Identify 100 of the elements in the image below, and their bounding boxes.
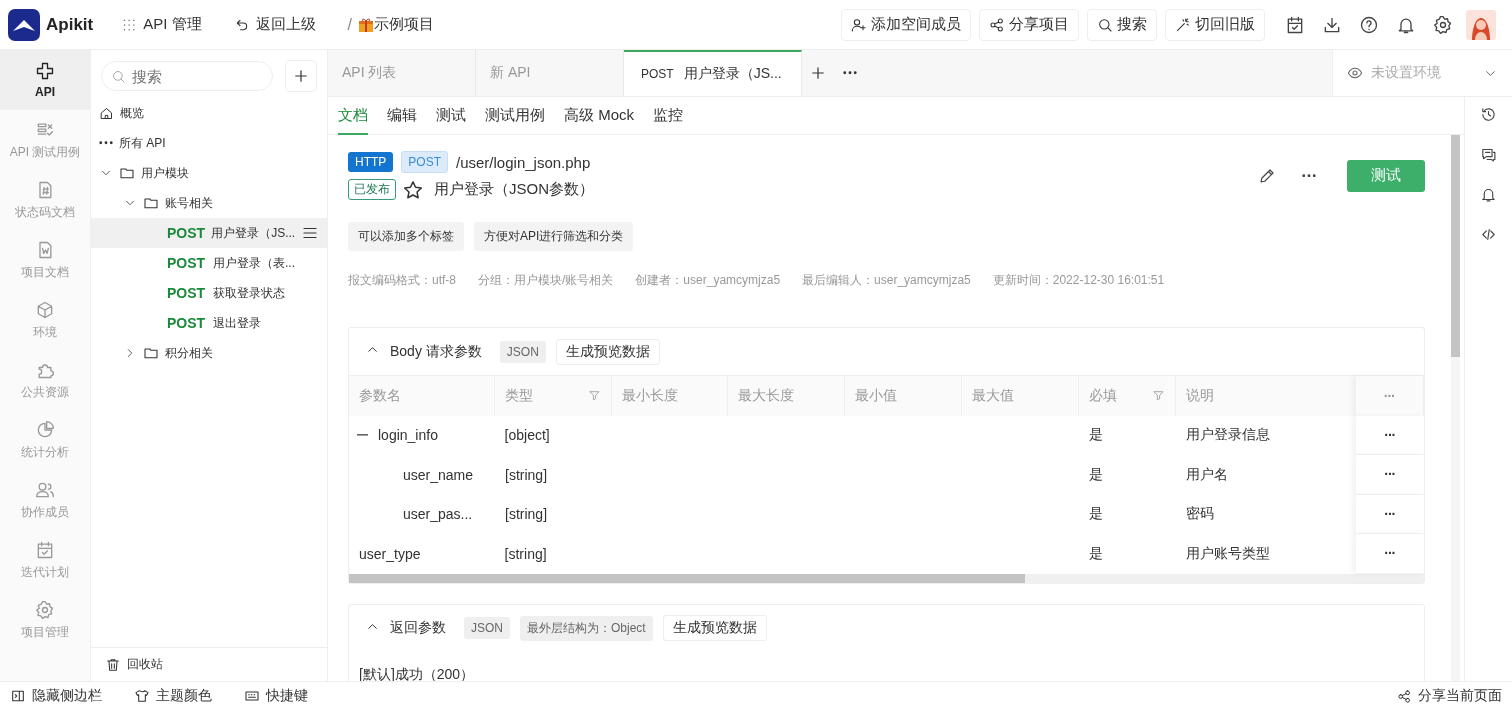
folder-icon (143, 195, 159, 211)
meta-text: 分组：用户模块/账号相关 (478, 272, 614, 289)
api-name: 用户登录（表... (213, 254, 296, 272)
tree-item[interactable]: POST 用户登录（JS... (91, 218, 327, 248)
table-cell-text: 是 (1088, 504, 1105, 524)
folder-icon (119, 165, 135, 181)
filter-icon (1152, 389, 1166, 403)
recycle-bin-button[interactable]: 回收站 (91, 647, 327, 681)
minus-icon[interactable] (357, 434, 368, 437)
add-user-icon (851, 16, 867, 33)
table-cell-text: 是 (1088, 464, 1105, 484)
api-name: 获取登录状态 (213, 284, 286, 302)
home-icon (99, 105, 114, 121)
toolbar-button[interactable]: 分享项目 (979, 8, 1079, 41)
column-header: 最大值 (962, 376, 1080, 416)
section-title: Body 请求参数 (390, 342, 482, 361)
share-page-button[interactable]: 分享当前页面 (1397, 687, 1502, 705)
nav-item[interactable]: API (0, 50, 90, 110)
tree-item[interactable]: 账号相关 (91, 188, 327, 218)
share-icon (1397, 688, 1412, 704)
method-badge: POST (401, 151, 448, 173)
shirt-icon (134, 688, 150, 704)
meta-text: 最后编辑人：user_yamcymjza5 (802, 272, 971, 289)
table-cell-text: [object] (503, 426, 551, 446)
api-management-menu[interactable]: API 管理 (121, 15, 202, 34)
star-icon[interactable] (404, 180, 422, 199)
meta-text: 报文编码格式：utf-8 (348, 272, 456, 289)
tab[interactable]: POST 用户登录（JS... (624, 50, 802, 96)
footer-button[interactable]: 主题颜色 (134, 687, 212, 705)
tab[interactable]: 文档 (338, 96, 368, 135)
preview-button[interactable]: 生成预览数据 (555, 338, 660, 365)
meta-text: 创建者：user_yamcymjza5 (635, 272, 781, 289)
response-title: [默认]成功（200） (358, 664, 476, 681)
more-icon (99, 141, 113, 145)
section-title: 返回参数 (390, 619, 446, 637)
toolbar-button[interactable]: 切回旧版 (1165, 8, 1265, 41)
tab[interactable]: 测试 (436, 96, 466, 135)
breadcrumb-separator: / (347, 15, 353, 34)
logo-icon (8, 8, 40, 41)
table-cell-text: user_type (358, 544, 422, 564)
tag: 方便对API进行筛选和分类 (474, 222, 634, 251)
scrollbar[interactable] (349, 573, 1025, 583)
tab[interactable]: 监控 (653, 96, 683, 135)
nav-icon (35, 419, 55, 440)
tree-item[interactable]: 概览 (91, 98, 327, 128)
api-title: 用户登录（JSON参数） (434, 180, 594, 199)
help-icon (1359, 14, 1379, 35)
logo-text: Apikit (46, 14, 94, 35)
magic-wand-icon (1175, 16, 1191, 33)
scrollbar[interactable] (1451, 135, 1460, 357)
tree-item[interactable]: POST 获取登录状态 (91, 278, 327, 308)
back-button[interactable]: 返回上级 (233, 15, 316, 34)
history-icon (1480, 105, 1497, 123)
format-label: JSON (464, 617, 510, 639)
table-cell-text: 是 (1088, 543, 1105, 563)
project-breadcrumb[interactable]: 示例项目 (358, 15, 435, 34)
preview-button[interactable]: 生成预览数据 (662, 615, 767, 641)
tree-item[interactable]: 积分相关 (91, 338, 327, 368)
tab[interactable]: 编辑 (387, 96, 417, 135)
tree-label: 账号相关 (165, 194, 213, 212)
search-field[interactable]: 搜索 (101, 61, 273, 91)
nav-icon (35, 539, 55, 560)
table-cell-text: 用户登录信息 (1185, 425, 1272, 445)
column-header: 最小值 (845, 376, 963, 416)
tree-item[interactable]: 所有 API (91, 128, 327, 158)
tree-label: 积分相关 (165, 344, 213, 362)
tree-item[interactable]: POST 退出登录 (91, 308, 327, 338)
filter-icon (587, 389, 601, 403)
tab[interactable]: 高级 Mock (564, 96, 634, 135)
footer-button[interactable]: 隐藏侧边栏 (10, 687, 102, 705)
more-button[interactable]: ··· (1384, 426, 1396, 443)
nav-icon (35, 599, 55, 620)
more-icon (1302, 173, 1316, 178)
tree-label: 所有 API (119, 134, 166, 152)
toolbar-button[interactable]: 添加空间成员 (841, 8, 971, 41)
tree-item[interactable]: POST 用户登录（表... (91, 248, 327, 278)
table-cell-text: 是 (1088, 425, 1105, 445)
search-icon (1097, 16, 1113, 33)
method-label: POST (167, 315, 207, 331)
footer-button[interactable]: 快捷键 (244, 687, 308, 705)
column-header: 类型 (494, 376, 612, 416)
avatar[interactable] (1466, 9, 1496, 40)
more-button[interactable]: ··· (1384, 505, 1396, 522)
status-badge: 已发布 (348, 179, 396, 200)
nav-icon (35, 61, 55, 81)
gift-icon (358, 16, 375, 33)
tag: 可以添加多个标签 (348, 222, 464, 251)
column-header: 参数名 (349, 376, 495, 416)
more-button[interactable]: ··· (1384, 545, 1396, 562)
meta-text: 更新时间：2022-12-30 16:01:51 (992, 272, 1165, 289)
column-header: 说明 (1185, 385, 1216, 405)
settings-icon (1433, 14, 1453, 35)
toolbar-button[interactable]: 搜索 (1087, 8, 1157, 41)
eye-icon (1347, 65, 1363, 81)
plus-icon (292, 67, 310, 85)
more-button[interactable]: ··· (1384, 466, 1396, 483)
keyboard-icon (244, 688, 260, 704)
tree-item[interactable]: 用户模块 (91, 158, 327, 188)
add-button[interactable] (285, 60, 317, 92)
tab[interactable]: 测试用例 (485, 96, 545, 135)
